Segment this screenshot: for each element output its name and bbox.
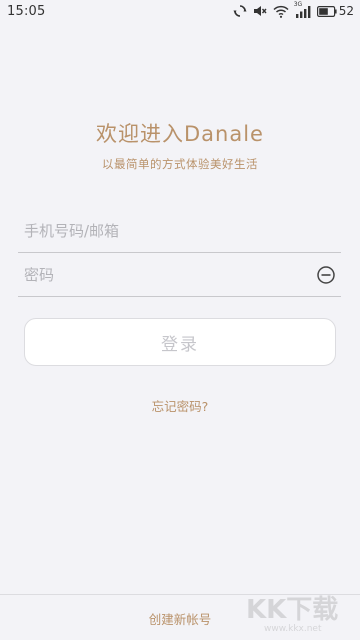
password-visibility-toggle-icon[interactable] (315, 264, 337, 286)
signal-icon: 3G (294, 1, 311, 18)
signal-type-label: 3G (293, 0, 303, 8)
login-button[interactable]: 登录 (24, 318, 336, 366)
login-screen: 15:05 3G 52 欢迎进入Danale 以最简单的方式体验美好生活 手机号… (0, 0, 360, 640)
create-account-link[interactable]: 创建新帐号 (0, 609, 360, 628)
battery-level: 52 (338, 4, 354, 18)
forgot-password-link[interactable]: 忘记密码? (0, 396, 360, 415)
battery-icon (316, 5, 337, 17)
status-time: 15:05 (7, 3, 46, 19)
welcome-title: 欢迎进入Danale (96, 122, 264, 146)
footer-divider (0, 594, 360, 595)
status-icons: 3G 52 (233, 1, 354, 18)
phone-email-field (18, 209, 341, 253)
welcome-subtitle: 以最简单的方式体验美好生活 (102, 157, 258, 171)
status-bar: 15:05 3G 52 (0, 0, 360, 22)
sync-icon (233, 4, 247, 18)
wifi-icon (273, 5, 289, 18)
phone-email-input[interactable] (18, 221, 341, 240)
password-field (18, 253, 341, 297)
battery-indicator: 52 (316, 4, 354, 18)
mute-icon (253, 4, 267, 18)
password-input[interactable] (18, 265, 315, 284)
